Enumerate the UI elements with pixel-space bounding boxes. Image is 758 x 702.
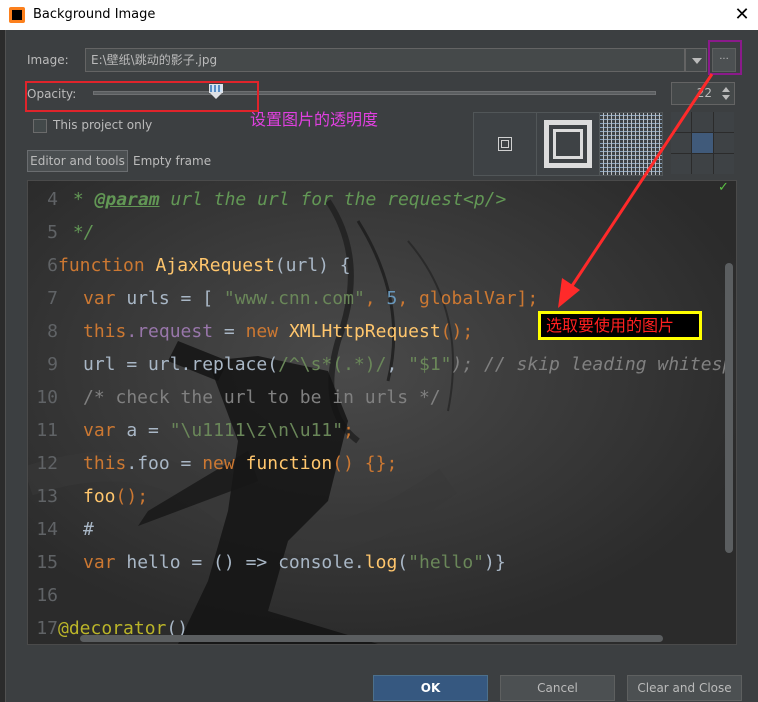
line-number: 12 bbox=[36, 453, 58, 474]
code-token: (); bbox=[440, 321, 474, 342]
code-token: )} bbox=[484, 552, 506, 573]
code-token: new bbox=[202, 453, 246, 474]
placement-center-option[interactable] bbox=[473, 112, 537, 176]
code-line: 12 this.foo = new function() {}; bbox=[28, 447, 397, 480]
code-token: , globalVar]; bbox=[397, 288, 539, 309]
code-token: 5 bbox=[386, 288, 398, 309]
tab-editor-and-tools[interactable]: Editor and tools bbox=[27, 150, 128, 172]
code-token: , bbox=[386, 354, 409, 375]
code-token: var bbox=[83, 552, 127, 573]
code-token: , bbox=[364, 288, 387, 309]
code-token: (); bbox=[115, 486, 149, 507]
code-token: @param bbox=[94, 189, 160, 210]
code-line: 16 bbox=[28, 579, 62, 612]
opacity-annotation: 设置图片的透明度 bbox=[250, 110, 379, 129]
code-token: () {}; bbox=[332, 453, 398, 474]
code-token: "\u1111\z\n\u11" bbox=[169, 420, 344, 441]
line-number: 5 bbox=[47, 222, 58, 243]
code-token: ); // skip leading whitesp bbox=[451, 354, 734, 375]
code-token: (url) { bbox=[274, 255, 351, 276]
code-token: hello = () => console. bbox=[126, 552, 365, 573]
code-token: log bbox=[364, 552, 398, 573]
title-bar: Background Image ✕ bbox=[0, 0, 758, 30]
line-number: 15 bbox=[36, 552, 58, 573]
opacity-highlight-box bbox=[25, 81, 259, 112]
code-line: 8 this.request = new XMLHttpRequest(); bbox=[28, 315, 473, 348]
code-token: .request bbox=[126, 321, 214, 342]
code-token: var bbox=[83, 288, 127, 309]
clear-and-close-button[interactable]: Clear and Close bbox=[627, 675, 742, 701]
intellij-app-icon bbox=[9, 7, 25, 23]
line-number: 14 bbox=[36, 519, 58, 540]
line-number: 9 bbox=[47, 354, 58, 375]
code-line: 7 var urls = [ "www.cnn.com", 5, globalVa… bbox=[28, 282, 538, 315]
this-project-only-label[interactable]: This project only bbox=[53, 118, 152, 132]
code-token: url the url for the request<p/> bbox=[159, 189, 507, 210]
code-line: 13 foo(); bbox=[28, 480, 148, 513]
code-token: # bbox=[83, 519, 94, 540]
browse-annotation: 选取要使用的图片 bbox=[538, 311, 702, 340]
code-token: = bbox=[213, 321, 246, 342]
code-token: */ bbox=[62, 222, 95, 243]
code-token: "hello" bbox=[408, 552, 484, 573]
code-line: 10 /* check the url to be in urls */ bbox=[28, 381, 441, 414]
this-project-only-checkbox[interactable] bbox=[33, 119, 47, 133]
code-token: url = url.replace( bbox=[83, 354, 279, 375]
line-number: 6 bbox=[47, 255, 58, 276]
code-token: urls = [ bbox=[126, 288, 224, 309]
code-token: new bbox=[245, 321, 289, 342]
code-line: 14 # bbox=[28, 513, 94, 546]
code-token: this bbox=[83, 321, 127, 342]
line-number: 10 bbox=[36, 387, 58, 408]
code-token: /* check the url to be in urls */ bbox=[83, 387, 441, 408]
code-token: * bbox=[62, 189, 95, 210]
tab-empty-frame[interactable]: Empty frame bbox=[133, 154, 211, 168]
code-token: function bbox=[58, 255, 156, 276]
code-line: 5 */ bbox=[28, 216, 95, 249]
line-number: 17 bbox=[36, 618, 58, 639]
annotation-arrow bbox=[558, 73, 714, 308]
ok-button[interactable]: OK bbox=[373, 675, 488, 701]
line-number: 7 bbox=[47, 288, 58, 309]
cancel-button[interactable]: Cancel bbox=[500, 675, 615, 701]
code-token: function bbox=[245, 453, 333, 474]
code-token: ; bbox=[343, 420, 354, 441]
code-token: ( bbox=[397, 552, 409, 573]
code-token: var bbox=[83, 420, 127, 441]
line-number: 16 bbox=[36, 585, 58, 606]
horizontal-scrollbar[interactable] bbox=[80, 635, 663, 642]
code-line: 9 url = url.replace(/^\s*(.*)/, "$1"); //… bbox=[28, 348, 733, 381]
code-token: /^\s*(.*)/ bbox=[278, 354, 387, 375]
code-token: this bbox=[83, 453, 127, 474]
image-label: Image: bbox=[27, 53, 69, 67]
code-token: "www.cnn.com" bbox=[223, 288, 365, 309]
code-token: XMLHttpRequest bbox=[288, 321, 441, 342]
code-line: 6function AjaxRequest(url) { bbox=[28, 249, 351, 282]
window-title: Background Image bbox=[33, 7, 156, 22]
code-token: "$1" bbox=[408, 354, 452, 375]
code-line: 11 var a = "\u1111\z\n\u11"; bbox=[28, 414, 354, 447]
line-number: 13 bbox=[36, 486, 58, 507]
code-token: .foo = bbox=[126, 453, 203, 474]
code-token: foo bbox=[83, 486, 116, 507]
code-line: 4 * @param url the url for the request<p… bbox=[28, 183, 506, 216]
code-token: AjaxRequest bbox=[155, 255, 275, 276]
line-number: 4 bbox=[47, 189, 58, 210]
code-line: 15 var hello = () => console.log("hello")… bbox=[28, 546, 506, 579]
line-number: 8 bbox=[47, 321, 58, 342]
line-number: 11 bbox=[36, 420, 58, 441]
code-token: a = bbox=[126, 420, 170, 441]
host-ide-edge bbox=[0, 30, 6, 702]
close-icon[interactable]: ✕ bbox=[726, 1, 758, 29]
